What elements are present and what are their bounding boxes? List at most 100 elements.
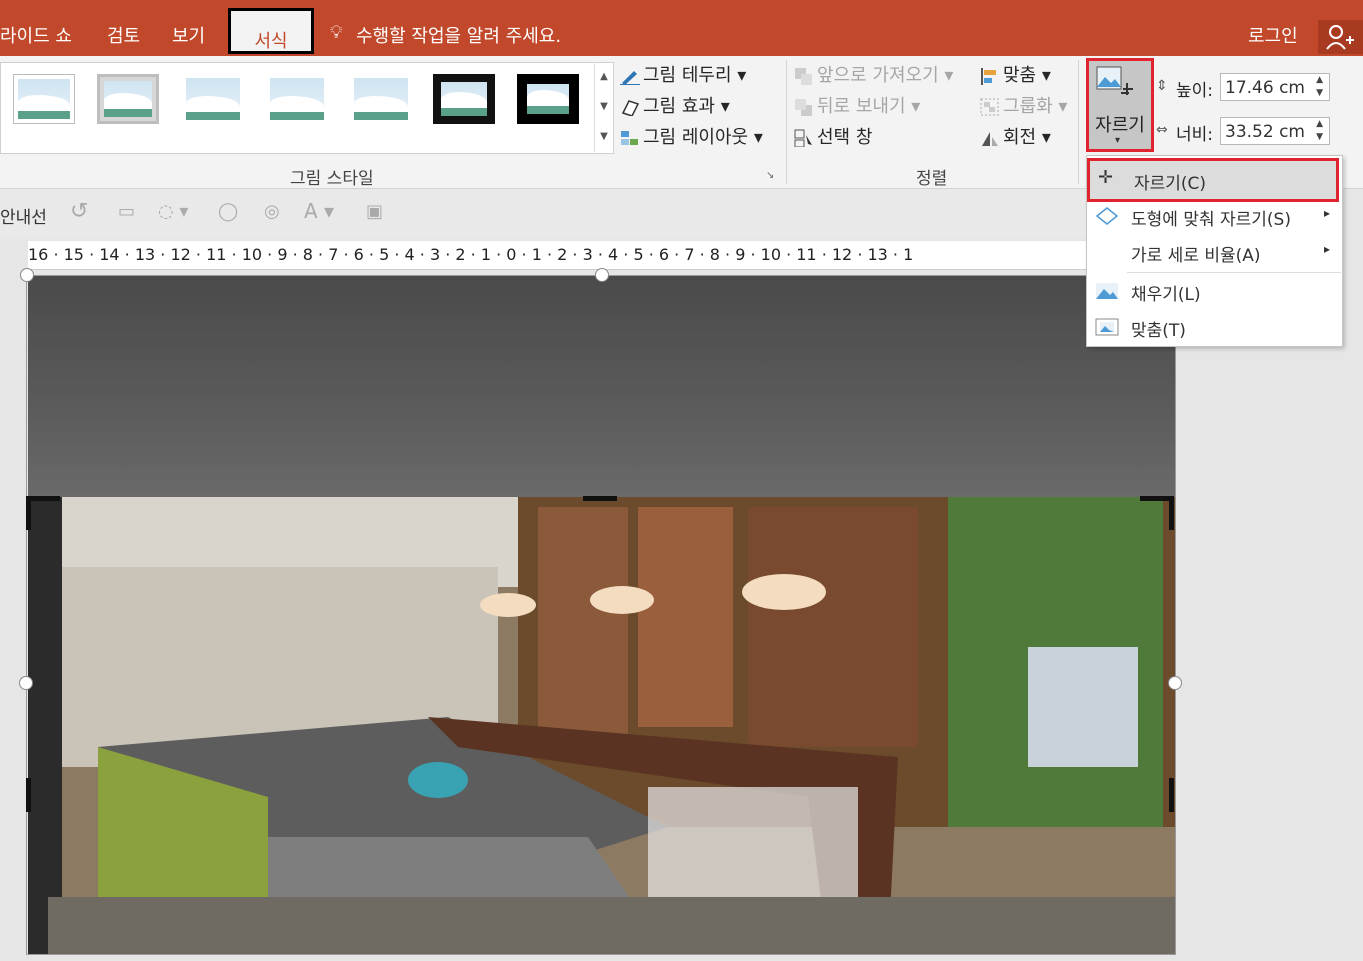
selection-pane-button[interactable]: 선택 창	[794, 123, 872, 149]
group-label: 그룹화	[1003, 96, 1053, 117]
picture-border-label: 그림 테두리	[643, 65, 732, 86]
chevron-right-icon: ▸	[1323, 206, 1330, 220]
crop-label: 자르기	[1095, 115, 1145, 136]
height-label: 높이:	[1176, 81, 1214, 101]
picture-effects-label: 그림 효과	[643, 96, 715, 117]
share-button[interactable]	[1318, 20, 1363, 54]
send-backward-button[interactable]: 뒤로 보내기 ▾	[794, 92, 920, 118]
crop-dropdown-menu: ✛ 자르기(C) 도형에 맞춰 자르기(S) ▸ 가로 세로 비율(A) ▸ 채…	[1086, 155, 1343, 347]
bring-forward-icon	[795, 68, 812, 85]
text-style-icon[interactable]: A ▾	[304, 199, 334, 223]
user-add-icon	[1326, 25, 1354, 50]
crop-handle-top[interactable]	[583, 496, 617, 501]
crop-picture-icon	[1096, 66, 1133, 95]
group-separator	[786, 60, 787, 184]
spinner-arrows-icon[interactable]: ▲ ▼	[1316, 74, 1323, 100]
rotate-label: 회전	[1003, 127, 1037, 148]
crop-handle-left[interactable]	[26, 778, 31, 812]
horizontal-ruler: 16 · 15 · 14 · 13 · 12 · 11 · 10 · 9 · 8…	[28, 241, 1090, 270]
menu-item-crop[interactable]: ✛ 자르기(C)	[1087, 158, 1339, 202]
picture-styles-group-label: 그림 스타일	[290, 169, 374, 189]
fit-icon	[1095, 318, 1119, 336]
tab-slideshow[interactable]: 라이드 쇼	[0, 22, 72, 48]
crop-button[interactable]: 자르기 ▾	[1086, 58, 1154, 152]
style-thumb-2[interactable]	[97, 74, 159, 124]
login-link[interactable]: 로그인	[1248, 22, 1298, 48]
ruler-ticks: 16 · 15 · 14 · 13 · 12 · 11 · 10 · 9 · 8…	[28, 245, 914, 264]
tab-format[interactable]: 서식	[228, 8, 314, 54]
menu-item-fit-label: 맞춤(T)	[1131, 321, 1186, 341]
rotate-icon	[982, 132, 998, 146]
menu-item-crop-to-shape-label: 도형에 맞춰 자르기(S)	[1131, 210, 1291, 230]
chevron-right-icon: ▸	[1323, 242, 1330, 256]
menu-item-aspect-ratio[interactable]: 가로 세로 비율(A) ▸	[1087, 234, 1342, 270]
shape-outline-icon[interactable]: ◎	[264, 201, 280, 222]
height-icon: ⇕	[1156, 78, 1168, 94]
resize-handle-right[interactable]	[1168, 676, 1182, 690]
menu-item-aspect-ratio-label: 가로 세로 비율(A)	[1131, 246, 1261, 266]
width-value: 33.52 cm	[1225, 122, 1305, 142]
group-icon	[980, 98, 999, 116]
dialog-launcher-icon[interactable]: ↘	[766, 170, 774, 181]
pen-icon	[620, 71, 640, 85]
shape-fill-icon[interactable]: ◯	[218, 201, 238, 222]
effects-icon	[621, 100, 640, 116]
style-thumb-1[interactable]	[13, 74, 75, 124]
crop-handle-top-left[interactable]	[26, 496, 60, 501]
width-spinner[interactable]: 33.52 cm ▲ ▼	[1220, 117, 1330, 145]
style-thumb-5[interactable]	[350, 74, 412, 124]
group-separator	[1078, 60, 1079, 184]
resize-handle-top-left[interactable]	[20, 268, 34, 282]
bring-forward-button[interactable]: 앞으로 가져오기 ▾	[794, 61, 953, 87]
style-thumb-7[interactable]	[517, 74, 579, 124]
align-button[interactable]: 맞춤 ▾	[980, 61, 1051, 87]
send-backward-icon	[795, 99, 812, 116]
picture-effects-button[interactable]: 그림 효과 ▾	[620, 92, 730, 118]
crop-handle-top-right[interactable]	[1169, 496, 1174, 530]
style-thumb-6[interactable]	[433, 74, 495, 124]
width-icon: ⇔	[1156, 122, 1168, 138]
menu-item-crop-label: 자르기(C)	[1134, 174, 1207, 194]
menu-item-fill-label: 채우기(L)	[1131, 285, 1201, 305]
crop-handle-right[interactable]	[1169, 778, 1174, 812]
picture-layout-label: 그림 레이아웃	[643, 127, 749, 148]
rotate-button[interactable]: 회전 ▾	[980, 123, 1051, 149]
tell-me-box[interactable]: 수행할 작업을 알려 주세요.	[356, 22, 561, 48]
slide-show-icon[interactable]: ▭	[118, 201, 135, 222]
guides-label[interactable]: 안내선	[0, 203, 47, 228]
tab-format-label: 서식	[254, 31, 288, 52]
spinner-arrows-icon[interactable]: ▲ ▼	[1316, 118, 1323, 144]
reset-icon[interactable]: ↺	[70, 199, 88, 224]
menu-item-fit[interactable]: 맞춤(T)	[1087, 309, 1342, 345]
shapes-icon[interactable]: ◌ ▾	[158, 201, 188, 222]
picture-layout-button[interactable]: 그림 레이아웃 ▾	[620, 123, 763, 149]
send-backward-label: 뒤로 보내기	[817, 96, 906, 117]
align-label: 맞춤	[1003, 65, 1037, 86]
width-label: 너비:	[1176, 125, 1214, 145]
picture-bounding-box	[26, 275, 1176, 955]
crop-icon: ✛	[1098, 167, 1114, 188]
ribbon-tab-bar: 라이드 쇼 검토 보기 서식 💡︎ 수행할 작업을 알려 주세요. 로그인	[0, 0, 1363, 56]
style-thumb-3[interactable]	[182, 74, 244, 124]
menu-item-fill[interactable]: 채우기(L)	[1087, 273, 1342, 309]
menu-item-crop-to-shape[interactable]: 도형에 맞춰 자르기(S) ▸	[1087, 198, 1342, 234]
resize-handle-top[interactable]	[595, 268, 609, 282]
style-thumb-4[interactable]	[266, 74, 328, 124]
tab-review[interactable]: 검토	[107, 22, 140, 48]
crop-handle-top-left[interactable]	[26, 496, 31, 530]
group-button[interactable]: 그룹화 ▾	[980, 92, 1067, 118]
selection-pane-label: 선택 창	[817, 127, 873, 148]
chevron-down-icon: ▾	[1115, 135, 1121, 146]
picture-border-button[interactable]: 그림 테두리 ▾	[620, 61, 746, 87]
height-spinner[interactable]: 17.46 cm ▲ ▼	[1220, 73, 1330, 101]
gallery-scroll[interactable]: ▲ ▼ ▼	[594, 62, 613, 152]
tab-view[interactable]: 보기	[172, 22, 205, 48]
drawing-toolbar: 안내선 ↺ ▭ ◌ ▾ ◯ ◎ A ▾ ▣	[0, 189, 1090, 239]
resize-handle-left[interactable]	[19, 676, 33, 690]
paste-icon[interactable]: ▣	[366, 201, 383, 222]
align-icon	[981, 68, 996, 85]
lightbulb-icon: 💡︎	[330, 22, 343, 43]
bring-forward-label: 앞으로 가져오기	[817, 65, 939, 86]
layout-icon	[621, 131, 638, 145]
arrange-group-label: 정렬	[916, 169, 948, 189]
